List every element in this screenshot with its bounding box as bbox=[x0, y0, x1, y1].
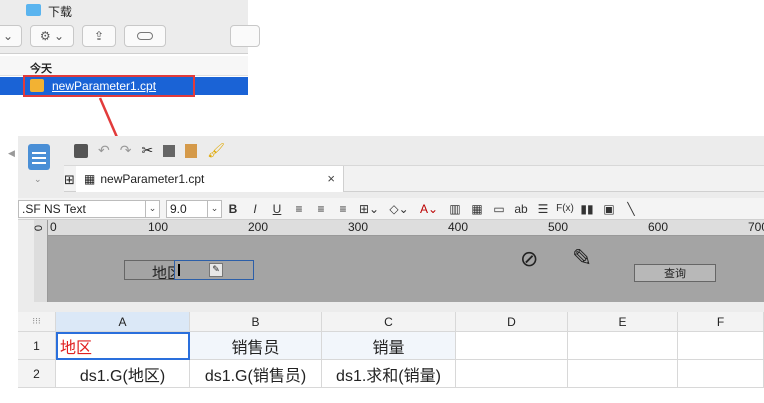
cpt-tab-icon: ▦ bbox=[84, 172, 96, 186]
cell-f2[interactable] bbox=[678, 360, 764, 388]
slash-icon[interactable]: ╲ bbox=[620, 202, 642, 216]
formula-icon[interactable]: F(x) bbox=[554, 203, 576, 214]
template-icon[interactable] bbox=[28, 144, 50, 170]
main-toolbar: ↶ ↷ ✂ 🖌 bbox=[64, 136, 764, 166]
cell-c1[interactable]: 销量 bbox=[322, 332, 456, 360]
cell-e2[interactable] bbox=[568, 360, 678, 388]
font-color-icon[interactable]: A⌄ bbox=[414, 202, 444, 216]
font-family-select[interactable]: .SF NS Text ⌄ bbox=[18, 199, 160, 218]
row-header[interactable]: 1 bbox=[18, 332, 56, 360]
hide-icon[interactable]: ⊘ bbox=[520, 246, 538, 272]
chevron-down-icon: ⌄ bbox=[207, 200, 221, 217]
border-icon[interactable]: ⊞⌄ bbox=[354, 202, 384, 216]
ruler-label: 300 bbox=[348, 220, 369, 234]
ruler-label: 500 bbox=[548, 220, 569, 234]
cell-c2[interactable]: ds1.求和(销量) bbox=[322, 360, 456, 388]
paste-icon[interactable] bbox=[185, 143, 198, 158]
tab-newparameter[interactable]: ▦ newParameter1.cpt × bbox=[76, 166, 344, 192]
font-size-value: 9.0 bbox=[170, 201, 187, 216]
italic-button[interactable]: I bbox=[244, 202, 266, 216]
align-center-icon[interactable]: ≡ bbox=[310, 202, 332, 216]
format-toolbar: .SF NS Text ⌄ 9.0 ⌄ B I U ≡ ≡ ≡ ⊞⌄ ◇⌄ A⌄… bbox=[18, 198, 764, 220]
column-header[interactable]: B bbox=[190, 312, 322, 332]
chevron-down-icon: ⌄ bbox=[145, 200, 159, 217]
column-header[interactable]: F bbox=[678, 312, 764, 332]
redo-icon[interactable]: ↷ bbox=[120, 142, 132, 159]
column-header[interactable]: E bbox=[568, 312, 678, 332]
undo-icon[interactable]: ↶ bbox=[98, 142, 110, 159]
align-right-icon[interactable]: ≡ bbox=[332, 202, 354, 216]
spreadsheet: ⁝⁝⁝ A B C D E F 1 2 地区 销售员 销量 ds1.G(地区) … bbox=[18, 312, 764, 403]
format-painter-icon[interactable]: 🖌 bbox=[207, 142, 225, 159]
edit-icon[interactable]: ✎ bbox=[209, 263, 223, 277]
cell-f1[interactable] bbox=[678, 332, 764, 360]
cell-a1[interactable]: 地区 bbox=[56, 332, 190, 360]
ruler-label: 700 bbox=[748, 220, 764, 234]
ruler-label: 200 bbox=[248, 220, 269, 234]
bold-button[interactable]: B bbox=[222, 202, 244, 216]
richtext-icon[interactable]: ☰ bbox=[532, 202, 554, 216]
cell-d2[interactable] bbox=[456, 360, 568, 388]
ruler-label: 100 bbox=[148, 220, 169, 234]
save-icon[interactable] bbox=[74, 143, 88, 158]
parameter-panel: 地区: ✎ ⊘ ✎ 查询 bbox=[48, 236, 764, 302]
column-header[interactable]: D bbox=[456, 312, 568, 332]
image-icon[interactable]: ▣ bbox=[598, 202, 620, 216]
ruler-label: 600 bbox=[648, 220, 669, 234]
template-dropdown-icon[interactable]: ⌄ bbox=[34, 174, 42, 185]
fill-color-icon[interactable]: ◇⌄ bbox=[384, 202, 414, 216]
grid-icon[interactable]: ⊞ bbox=[64, 172, 75, 188]
vruler-label: 0 bbox=[33, 224, 46, 232]
collapse-icon[interactable]: ◀ bbox=[8, 148, 15, 159]
select-all-corner[interactable]: ⁝⁝⁝ bbox=[18, 312, 56, 332]
cell-b2[interactable]: ds1.G(销售员) bbox=[190, 360, 322, 388]
chart-icon[interactable]: ▮▮ bbox=[576, 202, 598, 216]
text-cursor bbox=[178, 264, 180, 276]
font-size-select[interactable]: 9.0 ⌄ bbox=[166, 199, 222, 218]
close-icon[interactable]: × bbox=[327, 171, 335, 186]
cut-icon[interactable]: ✂ bbox=[141, 142, 153, 159]
pencil-icon[interactable]: ✎ bbox=[572, 244, 592, 273]
copy-icon[interactable] bbox=[163, 144, 176, 157]
column-header[interactable]: A bbox=[56, 312, 190, 332]
cell-d1[interactable] bbox=[456, 332, 568, 360]
param-input[interactable]: ✎ bbox=[174, 260, 254, 280]
text-icon[interactable]: ab bbox=[510, 202, 532, 216]
ruler-label: 400 bbox=[448, 220, 469, 234]
cell-e1[interactable] bbox=[568, 332, 678, 360]
field-icon[interactable]: ▭ bbox=[488, 202, 510, 216]
horizontal-ruler: 0 100 200 300 400 500 600 700 bbox=[48, 220, 764, 236]
left-panel: ⌄ bbox=[18, 136, 64, 191]
row-header[interactable]: 2 bbox=[18, 360, 56, 388]
underline-button[interactable]: U bbox=[266, 202, 288, 216]
designer-window: ◀ ⌄ ↶ ↷ ✂ 🖌 ⊞ ▦ newParameter1.cpt × .SF … bbox=[8, 136, 764, 403]
query-button[interactable]: 查询 bbox=[634, 264, 716, 282]
font-family-value: .SF NS Text bbox=[22, 201, 86, 216]
ruler-label: 0 bbox=[50, 220, 57, 234]
tab-bar: ⊞ ▦ newParameter1.cpt × bbox=[64, 166, 764, 192]
unmerge-icon[interactable]: ▦ bbox=[466, 202, 488, 216]
merge-icon[interactable]: ▥ bbox=[444, 202, 466, 216]
cell-a2[interactable]: ds1.G(地区) bbox=[56, 360, 190, 388]
tab-label: newParameter1.cpt bbox=[100, 172, 205, 186]
cell-b1[interactable]: 销售员 bbox=[190, 332, 322, 360]
align-left-icon[interactable]: ≡ bbox=[288, 202, 310, 216]
column-header[interactable]: C bbox=[322, 312, 456, 332]
vertical-ruler: 0 bbox=[33, 220, 48, 302]
